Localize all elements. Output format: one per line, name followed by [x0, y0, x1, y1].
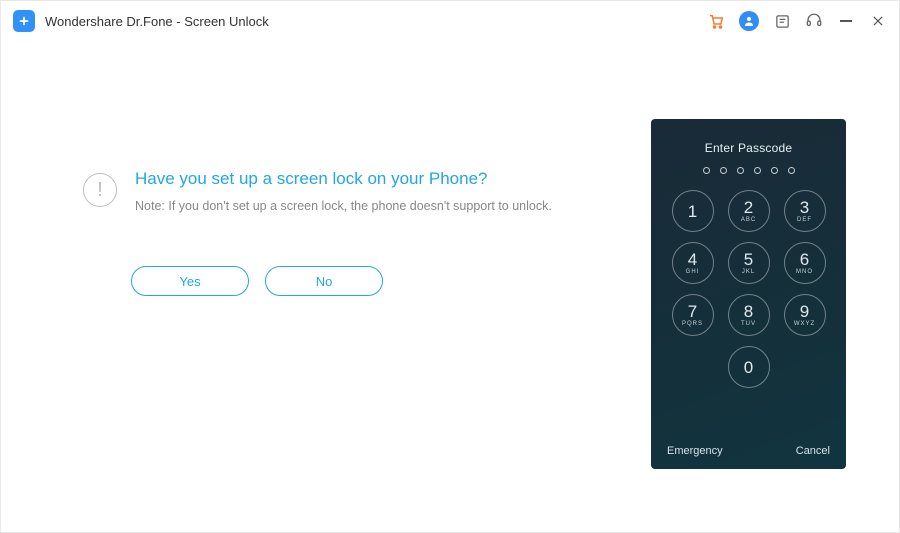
keypad-key-3[interactable]: 3DEF — [784, 190, 826, 232]
yes-button[interactable]: Yes — [131, 266, 249, 296]
content-area: ! Have you set up a screen lock on your … — [1, 41, 899, 532]
phone-bottom-row: Emergency Cancel — [651, 445, 846, 457]
app-window: Wondershare Dr.Fone - Screen Unlock — [0, 0, 900, 533]
minimize-button[interactable] — [837, 12, 855, 30]
passcode-dot — [737, 167, 744, 174]
phone-mockup: Enter Passcode 1 2ABC 3DEF 4GHI 5JKL 6MNO 7PQR… — [651, 119, 846, 469]
keypad-digit: 2 — [744, 199, 753, 216]
app-logo-icon — [13, 10, 35, 32]
keypad-digit: 5 — [744, 251, 753, 268]
passcode-dot — [771, 167, 778, 174]
keypad-key-7[interactable]: 7PQRS — [672, 294, 714, 336]
keypad-digit: 3 — [800, 199, 809, 216]
keypad-letters: ABC — [741, 217, 756, 223]
keypad-digit: 4 — [688, 251, 697, 268]
keypad-digit: 0 — [744, 359, 753, 376]
keypad-digit: 1 — [688, 203, 697, 220]
cart-icon[interactable] — [707, 12, 725, 30]
keypad-digit: 6 — [800, 251, 809, 268]
passcode-dot — [720, 167, 727, 174]
keypad-key-5[interactable]: 5JKL — [728, 242, 770, 284]
passcode-dot — [788, 167, 795, 174]
buttons-row: Yes No — [131, 266, 383, 296]
keypad-digit: 9 — [800, 303, 809, 320]
prompt-texts: Have you set up a screen lock on your Ph… — [135, 169, 552, 213]
keypad-letters: GHI — [686, 269, 700, 275]
feedback-icon[interactable] — [773, 12, 791, 30]
phone-keypad: 1 2ABC 3DEF 4GHI 5JKL 6MNO 7PQRS 8TUV 9WXYZ 0 — [651, 190, 846, 388]
close-button[interactable] — [869, 12, 887, 30]
keypad-digit: 8 — [744, 303, 753, 320]
passcode-dots — [651, 167, 846, 174]
keypad-letters: WXYZ — [794, 321, 815, 327]
titlebar: Wondershare Dr.Fone - Screen Unlock — [1, 1, 899, 41]
phone-title: Enter Passcode — [651, 141, 846, 155]
titlebar-icons — [707, 11, 887, 31]
keypad-letters: MNO — [796, 269, 813, 275]
phone-emergency-button[interactable]: Emergency — [667, 445, 723, 457]
keypad-key-8[interactable]: 8TUV — [728, 294, 770, 336]
no-button[interactable]: No — [265, 266, 383, 296]
keypad-digit: 7 — [688, 303, 697, 320]
keypad-key-2[interactable]: 2ABC — [728, 190, 770, 232]
keypad-letters: JKL — [742, 269, 755, 275]
keypad-key-6[interactable]: 6MNO — [784, 242, 826, 284]
user-icon[interactable] — [739, 11, 759, 31]
info-icon: ! — [83, 173, 117, 207]
prompt-note: Note: If you don't set up a screen lock,… — [135, 199, 552, 213]
info-glyph: ! — [97, 179, 103, 202]
keypad-letters: TUV — [741, 321, 756, 327]
prompt-row: ! Have you set up a screen lock on your … — [83, 169, 552, 213]
prompt-question: Have you set up a screen lock on your Ph… — [135, 169, 552, 189]
passcode-dot — [754, 167, 761, 174]
keypad-letters: PQRS — [682, 321, 703, 327]
keypad-key-4[interactable]: 4GHI — [672, 242, 714, 284]
keypad-letters: DEF — [797, 217, 812, 223]
keypad-key-9[interactable]: 9WXYZ — [784, 294, 826, 336]
support-icon[interactable] — [805, 12, 823, 30]
keypad-key-0[interactable]: 0 — [728, 346, 770, 388]
phone-cancel-button[interactable]: Cancel — [796, 445, 830, 457]
keypad-key-1[interactable]: 1 — [672, 190, 714, 232]
app-title: Wondershare Dr.Fone - Screen Unlock — [45, 14, 269, 29]
passcode-dot — [703, 167, 710, 174]
